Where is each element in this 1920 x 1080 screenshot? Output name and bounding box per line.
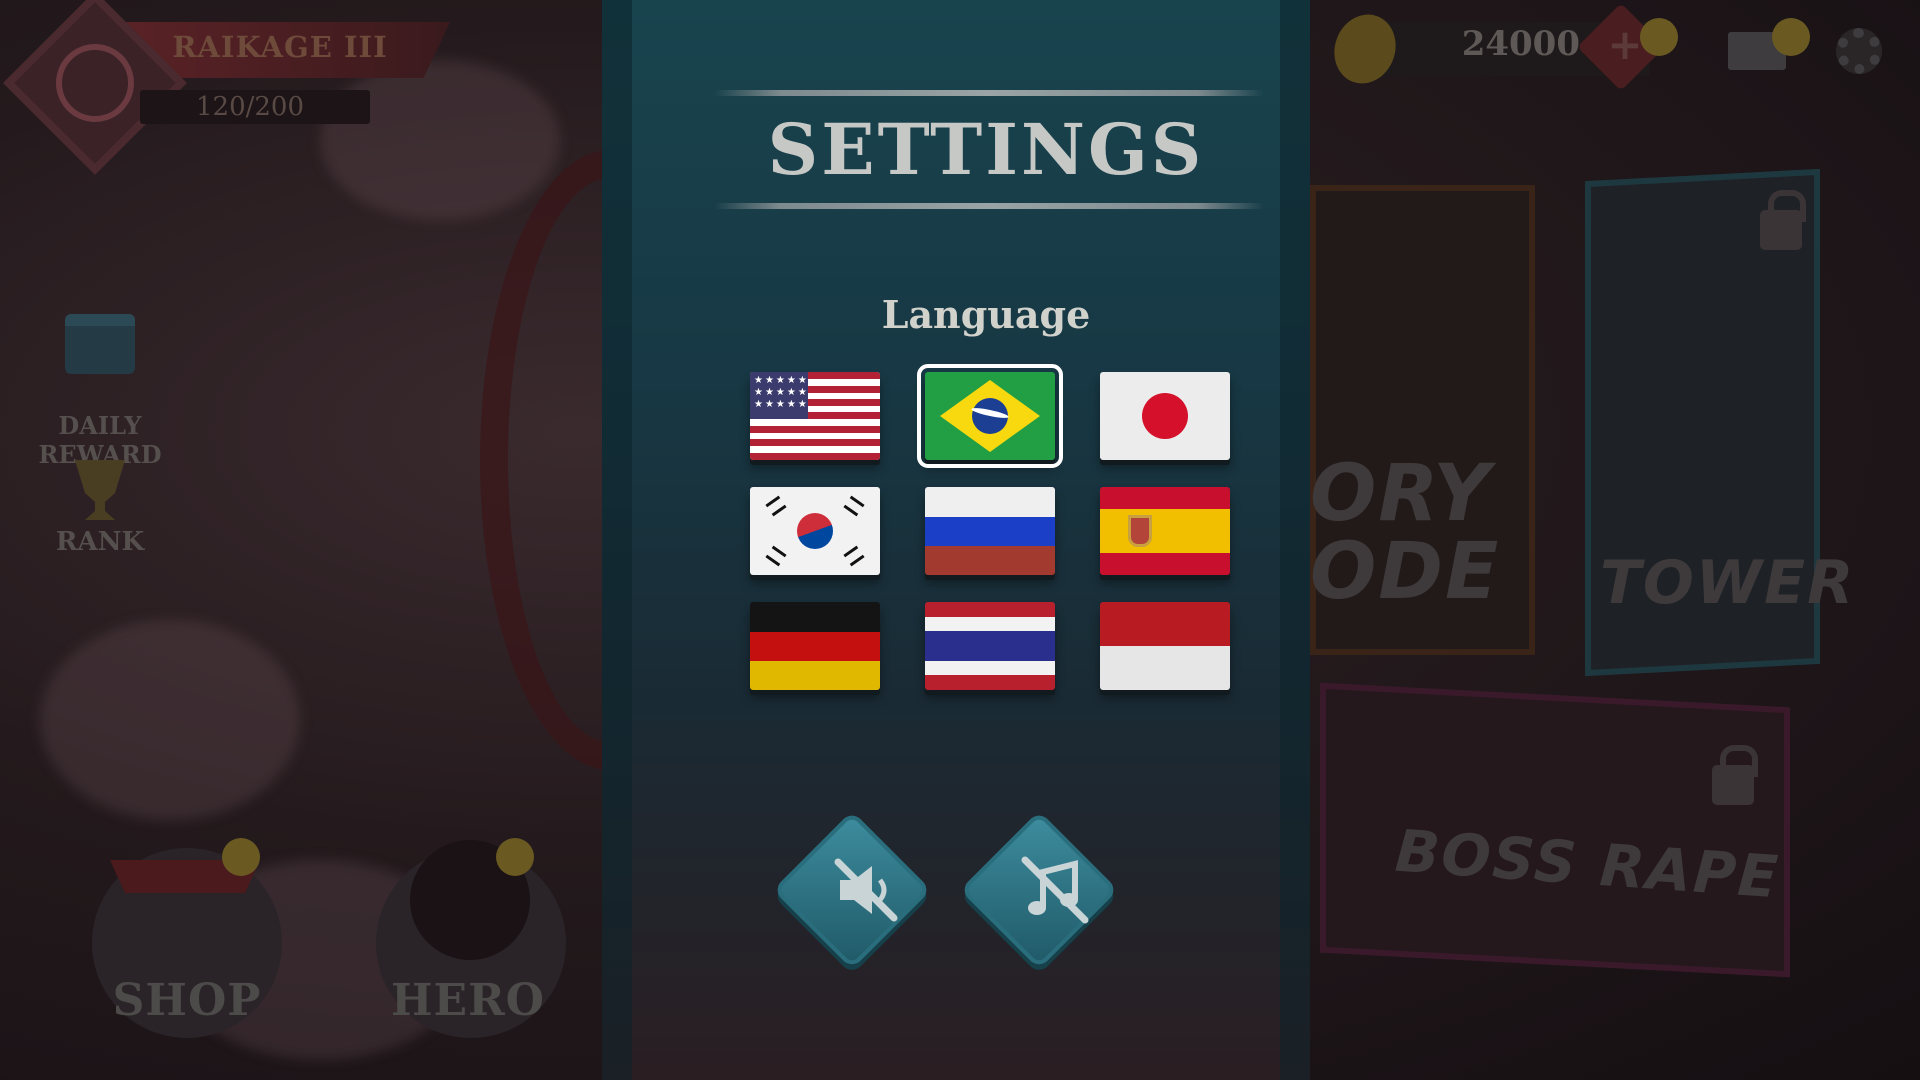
tower-label: TOWER	[1600, 548, 1856, 618]
notification-dot	[496, 838, 534, 876]
language-label: Language	[881, 292, 1091, 337]
settings-title: SETTINGS	[767, 108, 1205, 191]
trophy-icon	[75, 460, 125, 520]
notification-dot	[222, 838, 260, 876]
story-mode-label: ORY ODE	[1310, 449, 1501, 617]
gear-icon[interactable]	[1836, 28, 1882, 74]
plus-icon: +	[1607, 20, 1643, 69]
us-flag-icon[interactable]: ★★★★★ ★★★★★ ★★★★★	[750, 372, 880, 460]
hero-label: HERO	[390, 975, 545, 1026]
xp-text: 120/200	[195, 92, 304, 122]
notification-dot	[1772, 18, 1810, 56]
title-rule-top	[714, 90, 1264, 96]
music-muted-icon	[1021, 856, 1089, 924]
indonesia-flag-icon[interactable]	[1100, 602, 1230, 690]
gold-coin-icon	[1324, 5, 1406, 93]
russia-flag-icon[interactable]	[925, 487, 1055, 575]
rank-button[interactable]: RANK	[40, 460, 160, 557]
calendar-icon	[65, 314, 135, 374]
sound-muted-icon	[834, 858, 898, 922]
japan-flag-icon[interactable]	[1100, 372, 1230, 460]
brazil-flag-icon[interactable]	[917, 364, 1063, 468]
settings-panel: SETTINGS Language ★★★★★ ★★★★★ ★★★★★	[602, 0, 1310, 1080]
lock-icon	[1712, 745, 1758, 805]
cherry-blossom-decoration	[40, 620, 300, 820]
germany-flag-icon[interactable]	[750, 602, 880, 690]
notification-dot	[1640, 18, 1678, 56]
currency-value: 24000	[1461, 24, 1580, 64]
spain-flag-icon[interactable]	[1100, 487, 1230, 575]
cherry-blossom-decoration	[320, 60, 560, 220]
daily-reward-button[interactable]: DAILY REWARD	[30, 285, 170, 469]
title-rule-bottom	[714, 203, 1264, 209]
rank-label: RANK	[55, 527, 145, 557]
thailand-flag-icon[interactable]	[925, 602, 1055, 690]
lock-icon	[1760, 190, 1806, 250]
rank-title: RAIKAGE III	[172, 30, 388, 64]
shop-label: SHOP	[112, 975, 262, 1026]
korea-flag-icon[interactable]	[750, 487, 880, 575]
